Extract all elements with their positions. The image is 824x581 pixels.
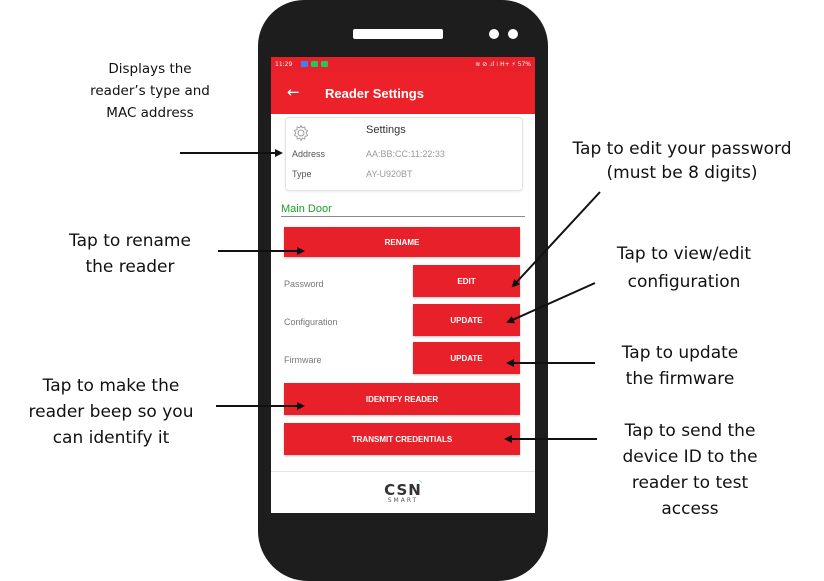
arrow-to-configuration-update: [506, 282, 596, 324]
arrow-to-password-edit: [511, 191, 601, 288]
annotation-arrows: [180, 149, 601, 443]
